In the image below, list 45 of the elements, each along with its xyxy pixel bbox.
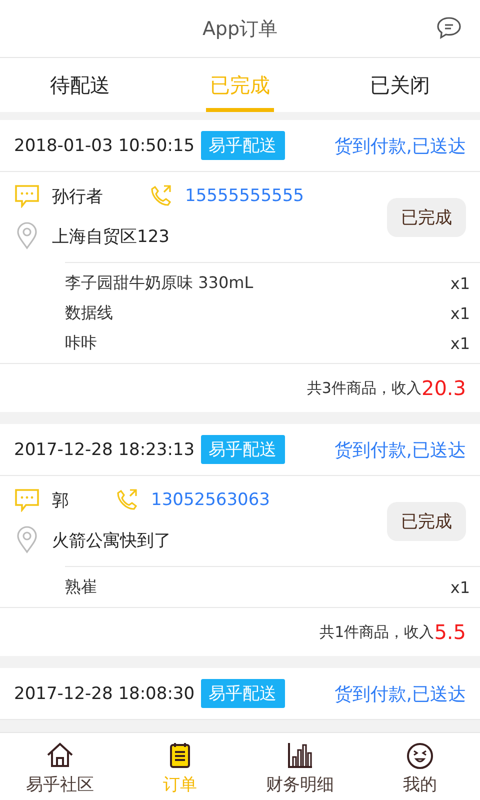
phone-icon[interactable] [149,184,173,208]
delivery-tag: 易乎配送 [200,435,285,464]
tab[interactable]: 待配送 [46,58,114,112]
order-time: 2017-12-28 18:23:13 [14,440,195,460]
phone-link[interactable]: 13052563063 [151,490,270,510]
chat-icon[interactable] [14,488,40,512]
item-name: 熟崔 [65,576,97,598]
customer-name: 孙行者 [52,186,103,208]
phone-icon[interactable] [115,488,139,512]
chat-icon[interactable] [14,184,40,208]
delivery-tag: 易乎配送 [200,679,285,708]
location-pin-icon [14,526,40,554]
order-time: 2018-01-03 10:50:15 [14,136,195,156]
status-button[interactable]: 已完成 [387,198,466,236]
status-button[interactable]: 已完成 [387,502,466,540]
nav-tab[interactable]: 我的 [403,733,437,800]
location-pin-icon [14,222,40,250]
phone-link[interactable]: 15555555555 [185,186,304,206]
customer-name: 郭 [52,490,69,512]
order-summary: 共1件商品，收入 [320,622,434,642]
face-icon [405,741,435,769]
order-summary: 共3件商品，收入 [306,378,422,398]
income-amount: 5.5 [434,620,466,644]
page-title: App订单 [202,16,278,42]
income-amount: 20.3 [421,376,466,400]
item-quantity: x1 [450,334,470,352]
delivery-tag: 易乎配送 [200,131,285,160]
nav-tab[interactable]: 易乎社区 [26,733,94,800]
payment-status: 货到付款,已送达 [334,438,466,462]
address: 火箭公寓快到了 [52,530,171,552]
house-icon [45,741,75,769]
address: 上海自贸区123 [52,226,170,248]
payment-status: 货到付款,已送达 [334,682,466,706]
item-quantity: x1 [450,578,470,596]
item-name: 咔咔 [65,332,97,354]
payment-status: 货到付款,已送达 [334,134,466,158]
item-name: 数据线 [65,302,113,324]
nav-tab[interactable]: 财务明细 [266,733,334,800]
item-quantity: x1 [450,304,470,322]
bar-chart-icon [285,741,315,769]
item-quantity: x1 [450,274,470,292]
order-time: 2017-12-28 18:08:30 [14,684,195,704]
message-icon[interactable] [436,16,462,40]
tab[interactable]: 已关闭 [366,58,434,112]
item-name: 李子园甜牛奶原味 330mL [65,272,254,294]
